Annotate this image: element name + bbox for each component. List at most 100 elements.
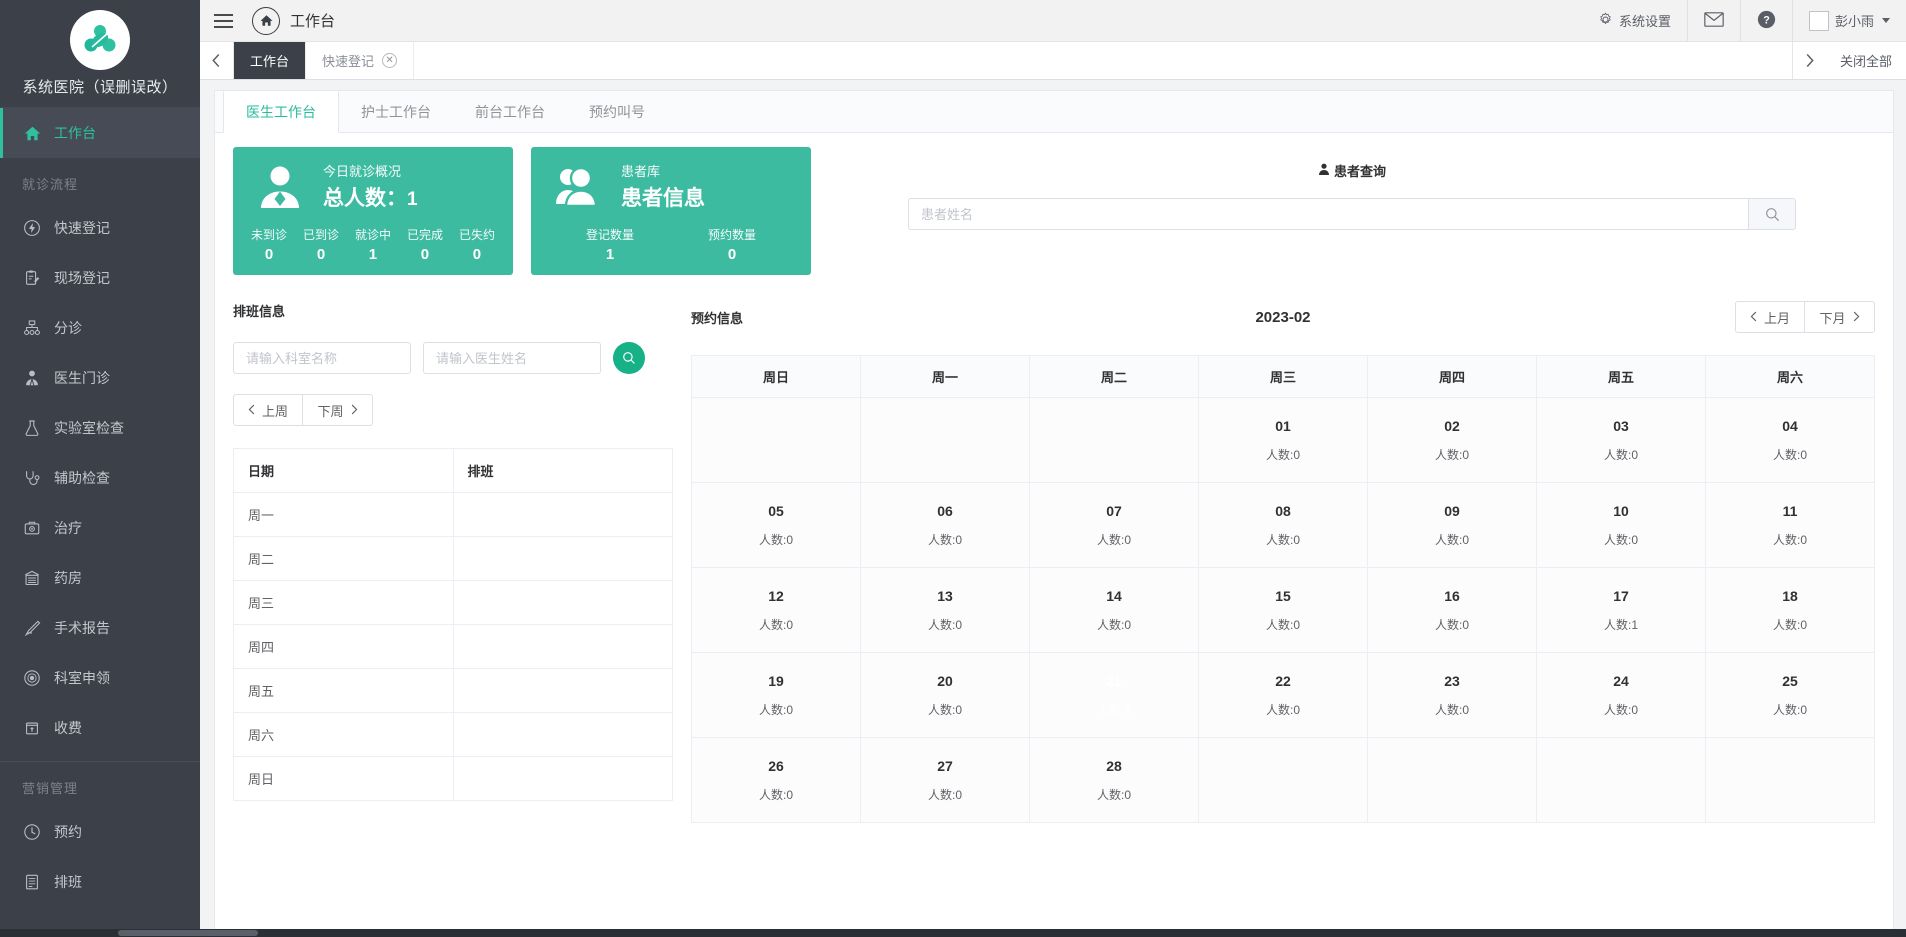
subtab-label: 护士工作台 bbox=[361, 103, 431, 120]
calendar-day-cell[interactable]: 19 人数:0 bbox=[691, 652, 861, 738]
calendar-day-cell[interactable]: 18 人数:0 bbox=[1705, 567, 1875, 653]
tab-nurse-workbench[interactable]: 护士工作台 bbox=[339, 91, 453, 132]
sidebar-item-appointment[interactable]: 预约 bbox=[0, 807, 200, 857]
calendar-day-cell[interactable]: 24 人数:0 bbox=[1536, 652, 1706, 738]
sidebar-item-pharmacy[interactable]: 药房 bbox=[0, 553, 200, 603]
sidebar-item-triage[interactable]: 分诊 bbox=[0, 303, 200, 353]
table-row: 周三 bbox=[233, 580, 673, 625]
patient-search-row bbox=[908, 198, 1796, 230]
sidebar-item-onsite-register[interactable]: 现场登记 bbox=[0, 253, 200, 303]
calendar-day-cell[interactable]: 07 人数:0 bbox=[1029, 482, 1199, 568]
messages-button[interactable] bbox=[1686, 0, 1740, 42]
subtabs: 医生工作台 护士工作台 前台工作台 预约叫号 bbox=[215, 91, 1893, 133]
tab-workbench[interactable]: 工作台 bbox=[234, 42, 307, 79]
chevron-left-icon bbox=[248, 403, 256, 418]
calendar-day-cell[interactable]: 28 人数:0 bbox=[1029, 737, 1199, 823]
calendar-day-cell[interactable]: 13 人数:0 bbox=[860, 567, 1030, 653]
tabstrip-scroll-right[interactable] bbox=[1791, 42, 1826, 79]
calendar-day-cell[interactable]: 16 人数:0 bbox=[1367, 567, 1537, 653]
help-button[interactable]: ? bbox=[1739, 0, 1792, 42]
calendar-day-cell[interactable]: 10 人数:0 bbox=[1536, 482, 1706, 568]
close-circle-icon[interactable]: ✕ bbox=[382, 53, 398, 68]
sidebar-item-lab-test[interactable]: 实验室检查 bbox=[0, 403, 200, 453]
department-input[interactable] bbox=[233, 342, 411, 374]
tab-quick-register[interactable]: 快速登记 ✕ bbox=[306, 42, 415, 79]
tab-appointment-calling[interactable]: 预约叫号 bbox=[567, 91, 667, 132]
next-week-button[interactable]: 下周 bbox=[303, 394, 374, 426]
sidebar-item-scheduling[interactable]: 排班 bbox=[0, 857, 200, 907]
sidebar-group-title-marketing: 营销管理 bbox=[22, 781, 79, 796]
calendar-day-count: 人数:0 bbox=[1096, 532, 1131, 547]
calendar-day-cell[interactable]: 14 人数:0 bbox=[1029, 567, 1199, 653]
table-row: 周日 bbox=[233, 756, 673, 801]
today-visits-card[interactable]: 今日就诊概况 总人数：1 未到诊 0 已到诊 0 就诊中 1 已完成 0 已失约… bbox=[233, 147, 513, 275]
calendar-body: 01 人数:0 02 人数:0 03 人数:0 04 人数:0 05 人数:0 06 人数:0 07 人数… bbox=[691, 397, 1875, 823]
subtab-label: 医生工作台 bbox=[246, 104, 316, 120]
calendar-day-number: 24 bbox=[1613, 672, 1629, 689]
user-menu[interactable]: 彭小雨 bbox=[1791, 0, 1906, 42]
doctor-name-input[interactable] bbox=[423, 342, 601, 374]
calendar-day-cell[interactable]: 20 人数:0 bbox=[860, 652, 1030, 738]
tab-frontdesk-workbench[interactable]: 前台工作台 bbox=[453, 91, 567, 132]
calendar-day-cell[interactable]: 06 人数:0 bbox=[860, 482, 1030, 568]
calendar-day-cell[interactable]: 15 人数:0 bbox=[1198, 567, 1368, 653]
metric-label: 未到诊 bbox=[251, 228, 288, 242]
tabstrip: 工作台 快速登记 ✕ 关闭全部 bbox=[200, 42, 1906, 80]
sidebar-item-charging[interactable]: 收费 bbox=[0, 703, 200, 753]
sidebar-item-auxiliary-exam[interactable]: 辅助检查 bbox=[0, 453, 200, 503]
patient-library-card[interactable]: 患者库 患者信息 登记数量 1 预约数量 0 bbox=[531, 147, 811, 275]
tabstrip-scroll-left[interactable] bbox=[200, 42, 234, 79]
prev-week-button[interactable]: 上周 bbox=[233, 394, 304, 426]
sidebar-item-treatment[interactable]: 治疗 bbox=[0, 503, 200, 553]
hamburger-icon[interactable] bbox=[200, 0, 246, 42]
calendar-day-cell[interactable]: 02 人数:0 bbox=[1367, 397, 1537, 483]
calendar-day-cell[interactable]: 01 人数:0 bbox=[1198, 397, 1368, 483]
sidebar-item-quick-register[interactable]: 快速登记 bbox=[0, 203, 200, 253]
close-all-tabs-button[interactable]: 关闭全部 bbox=[1826, 42, 1906, 79]
calendar-day-cell[interactable]: 22 人数:0 bbox=[1198, 652, 1368, 738]
table-header-row: 日期 排班 bbox=[233, 448, 673, 493]
sidebar-item-workbench[interactable]: 工作台 bbox=[0, 108, 200, 158]
search-button[interactable] bbox=[1748, 198, 1796, 230]
calendar-day-cell[interactable]: 27 人数:0 bbox=[860, 737, 1030, 823]
calendar-day-count: 人数:0 bbox=[758, 532, 793, 547]
sidebar-item-label: 工作台 bbox=[54, 125, 96, 141]
next-month-button[interactable]: 下月 bbox=[1805, 301, 1875, 333]
schedule-table-body: 周一 周二 周三 周四 周五 周六 周日 bbox=[233, 492, 673, 801]
calendar-day-cell[interactable]: 05 人数:0 bbox=[691, 482, 861, 568]
calendar-day-cell[interactable]: 03 人数:0 bbox=[1536, 397, 1706, 483]
cell-shift bbox=[452, 668, 673, 713]
metric-label: 预约数量 bbox=[707, 228, 756, 242]
search-input[interactable] bbox=[908, 198, 1748, 230]
sidebar-item-label: 实验室检查 bbox=[54, 420, 124, 436]
metric-label: 登记数量 bbox=[585, 228, 634, 242]
calendar-day-number: 03 bbox=[1613, 417, 1629, 434]
calendar-day-count: 人数:0 bbox=[1434, 617, 1469, 632]
calendar-day-cell[interactable]: 26 人数:0 bbox=[691, 737, 861, 823]
column-header-date: 日期 bbox=[233, 448, 454, 493]
tab-doctor-workbench[interactable]: 医生工作台 bbox=[223, 91, 339, 133]
calendar-day-cell[interactable]: 25 人数:0 bbox=[1705, 652, 1875, 738]
horizontal-scrollbar-thumb[interactable] bbox=[118, 930, 258, 936]
calendar-day-cell[interactable]: 21 人数:1 bbox=[1029, 652, 1199, 738]
calendar-day-cell[interactable]: 04 人数:0 bbox=[1705, 397, 1875, 483]
calendar-day-number: 07 bbox=[1106, 502, 1122, 519]
calendar-day-number: 01 bbox=[1275, 417, 1291, 434]
card-headline: 患者信息 bbox=[621, 187, 705, 210]
calendar-day-cell[interactable]: 23 人数:0 bbox=[1367, 652, 1537, 738]
calendar-day-cell[interactable]: 08 人数:0 bbox=[1198, 482, 1368, 568]
chevron-right-icon bbox=[350, 403, 358, 418]
calendar-day-cell[interactable]: 11 人数:0 bbox=[1705, 482, 1875, 568]
schedule-filters bbox=[233, 342, 673, 374]
system-settings-button[interactable]: 系统设置 bbox=[1582, 0, 1687, 42]
sidebar-item-dept-requisition[interactable]: 科室申领 bbox=[0, 653, 200, 703]
calendar-day-cell[interactable]: 17 人数:1 bbox=[1536, 567, 1706, 653]
prev-month-button[interactable]: 上月 bbox=[1734, 301, 1805, 333]
calendar-day-cell[interactable]: 09 人数:0 bbox=[1367, 482, 1537, 568]
sidebar-item-surgery-report[interactable]: 手术报告 bbox=[0, 603, 200, 653]
workbench-panel: 医生工作台 护士工作台 前台工作台 预约叫号 今日就诊概况 总人数：1 未到诊 … bbox=[214, 90, 1894, 937]
schedule-search-button[interactable] bbox=[613, 342, 645, 374]
calendar-day-cell[interactable]: 12 人数:0 bbox=[691, 567, 861, 653]
clock-icon bbox=[22, 822, 42, 842]
sidebar-item-doctor-clinic[interactable]: 医生门诊 bbox=[0, 353, 200, 403]
